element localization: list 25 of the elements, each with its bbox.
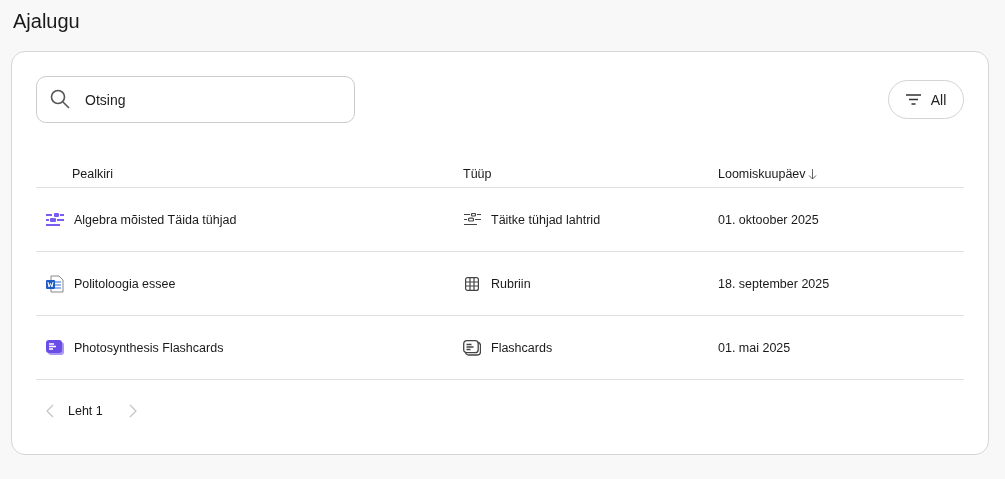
flashcards-icon <box>463 339 481 356</box>
page-title: Ajalugu <box>13 10 81 34</box>
row-type: Rubriin <box>491 276 531 291</box>
sort-down-icon <box>807 168 817 180</box>
filter-button[interactable]: All <box>888 80 964 119</box>
document-icon <box>46 274 64 293</box>
fill-blanks-icon <box>463 213 481 226</box>
column-header[interactable]: Pealkiri <box>72 167 113 181</box>
row-date: 01. mai 2025 <box>718 340 791 355</box>
search-icon <box>50 89 70 109</box>
row-type: Flashcards <box>491 340 553 355</box>
page-label: Leht 1 <box>68 404 103 418</box>
row-date: 18. september 2025 <box>718 276 830 291</box>
column-header[interactable]: Tüüp <box>463 167 492 181</box>
search-field[interactable]: Otsing <box>36 76 355 123</box>
fill-blanks-icon <box>46 212 64 227</box>
row-type: Täitke tühjad lahtrid <box>491 212 601 227</box>
row-date: 01. oktoober 2025 <box>718 212 819 227</box>
row-title[interactable]: Algebra mõisted Täida tühjad <box>74 212 237 227</box>
row-title[interactable]: Photosynthesis Flashcards <box>74 340 224 355</box>
row-title[interactable]: Politoloogia essee <box>74 276 176 291</box>
column-header[interactable]: Loomiskuupäev <box>718 167 806 181</box>
filter-icon <box>905 94 921 105</box>
flashcards-icon <box>46 339 64 356</box>
grid-icon <box>465 276 479 291</box>
